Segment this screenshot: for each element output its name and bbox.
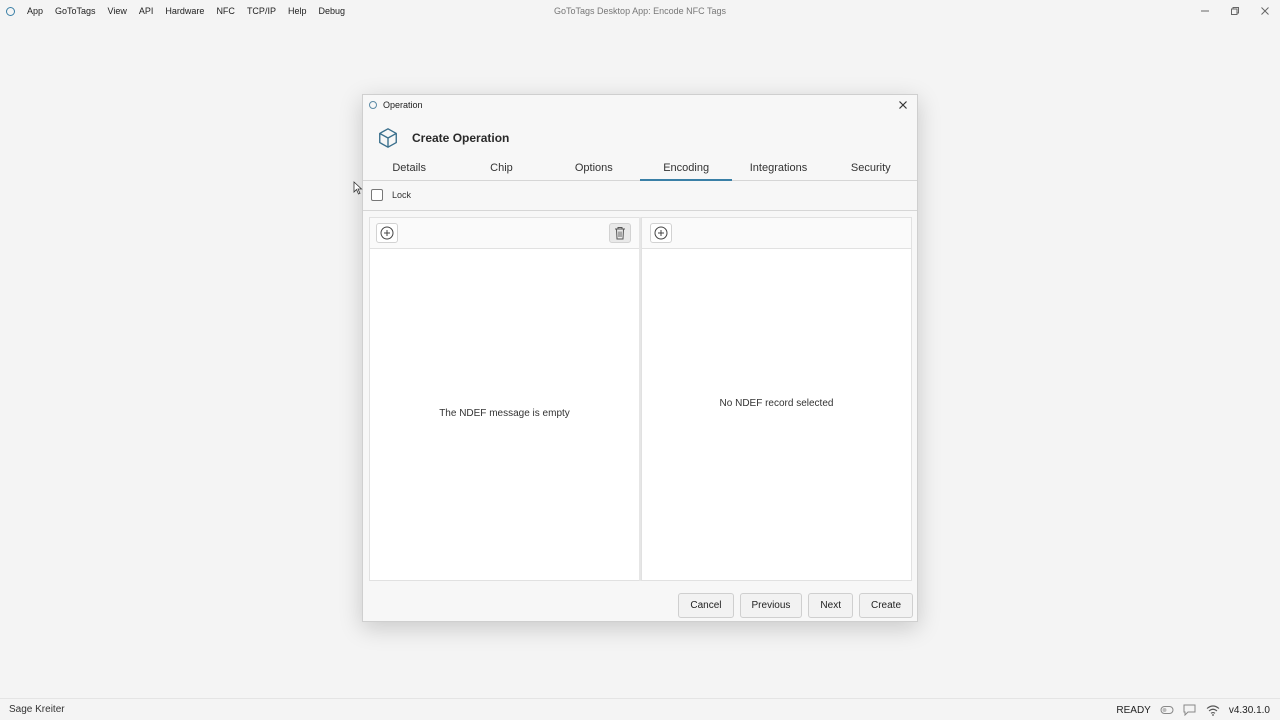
status-text: READY: [1116, 704, 1151, 716]
menu-api[interactable]: API: [133, 0, 160, 22]
app-titlebar: App GoToTags View API Hardware NFC TCP/I…: [0, 0, 1280, 22]
message-icon[interactable]: [1183, 703, 1197, 717]
status-bar: Sage Kreiter READY v4.30.1.0: [0, 698, 1280, 720]
empty-message-text: The NDEF message is empty: [439, 408, 570, 419]
menu-hardware[interactable]: Hardware: [159, 0, 210, 22]
operation-dialog: Operation Create Operation Details Chip …: [362, 94, 918, 622]
status-right: READY v4.30.1.0: [1116, 699, 1270, 720]
menu-app[interactable]: App: [21, 0, 49, 22]
menu-gototags[interactable]: GoToTags: [49, 0, 102, 22]
add-circle-icon: [380, 226, 394, 240]
tab-bar: Details Chip Options Encoding Integratio…: [363, 158, 917, 181]
lock-row: Lock: [371, 189, 411, 201]
app-logo-icon: [6, 6, 15, 16]
dialog-titlebar: Operation: [363, 95, 917, 115]
menu-view[interactable]: View: [102, 0, 133, 22]
mouse-cursor-icon: [353, 181, 363, 195]
restore-button[interactable]: [1220, 0, 1250, 22]
add-circle-icon: [654, 226, 668, 240]
dialog-close-button[interactable]: [895, 97, 911, 113]
tab-chip[interactable]: Chip: [455, 158, 547, 180]
add-record-field-button[interactable]: [650, 223, 672, 243]
tab-encoding[interactable]: Encoding: [639, 158, 733, 181]
dialog-logo-icon: [369, 101, 377, 109]
menu-tcpip[interactable]: TCP/IP: [241, 0, 282, 22]
close-icon: [899, 101, 907, 109]
ndef-record-pane: No NDEF record selected: [641, 217, 912, 581]
wifi-icon[interactable]: [1206, 703, 1220, 717]
toggle-icon[interactable]: [1160, 703, 1174, 717]
dialog-title: Operation: [383, 100, 423, 110]
tab-integrations[interactable]: Integrations: [732, 158, 824, 180]
menu-bar: App GoToTags View API Hardware NFC TCP/I…: [21, 0, 351, 22]
no-record-selected-text: No NDEF record selected: [719, 398, 834, 409]
menu-nfc[interactable]: NFC: [210, 0, 241, 22]
ndef-message-toolbar: [370, 218, 639, 249]
window-controls: [1190, 0, 1280, 22]
delete-record-button[interactable]: [609, 223, 631, 243]
cube-icon: [379, 128, 397, 148]
tab-security[interactable]: Security: [825, 158, 917, 180]
close-icon: [1261, 7, 1269, 15]
minimize-button[interactable]: [1190, 0, 1220, 22]
close-window-button[interactable]: [1250, 0, 1280, 22]
next-button[interactable]: Next: [808, 593, 853, 618]
create-button[interactable]: Create: [858, 593, 913, 618]
previous-button[interactable]: Previous: [739, 593, 803, 618]
menu-help[interactable]: Help: [282, 0, 313, 22]
tab-options[interactable]: Options: [548, 158, 640, 180]
ndef-record-toolbar: [642, 218, 911, 249]
divider: [363, 210, 917, 211]
lock-label: Lock: [392, 190, 412, 200]
dialog-heading: Create Operation: [412, 131, 510, 145]
dialog-header: Create Operation: [377, 127, 509, 149]
minimize-icon: [1201, 10, 1209, 12]
restore-icon: [1231, 7, 1239, 15]
menu-debug[interactable]: Debug: [312, 0, 351, 22]
lock-checkbox[interactable]: [371, 189, 383, 201]
trash-icon: [615, 227, 625, 240]
dialog-footer: Cancel Previous Next Create: [678, 593, 913, 618]
ndef-message-pane: The NDEF message is empty: [369, 217, 640, 581]
user-name: Sage Kreiter: [9, 704, 65, 715]
add-record-button[interactable]: [376, 223, 398, 243]
tab-details[interactable]: Details: [363, 158, 455, 180]
version-text: v4.30.1.0: [1228, 704, 1270, 716]
cancel-button[interactable]: Cancel: [678, 593, 734, 618]
